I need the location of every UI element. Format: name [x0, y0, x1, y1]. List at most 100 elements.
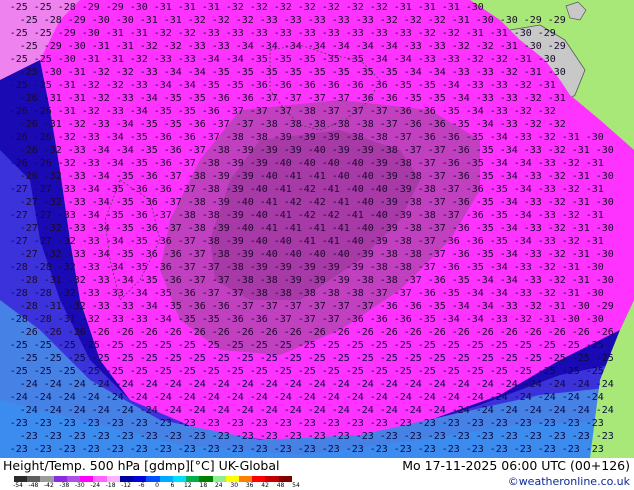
contour-value-label: -23 [154, 418, 172, 429]
contour-value-label: -34 [370, 54, 388, 65]
contour-value-label: -34 [92, 197, 110, 208]
contour-value-label: -23 [20, 431, 38, 442]
contour-value-label: -36 [130, 184, 148, 195]
contour-value-label: -33 [500, 93, 518, 104]
contour-value-label: -25 [58, 366, 76, 377]
contour-value-label: -37 [428, 249, 446, 260]
contour-value-label: -25 [298, 340, 316, 351]
contour-value-label: -24 [356, 379, 374, 390]
contour-value-label: -31 [572, 275, 590, 286]
contour-value-label: -31 [58, 106, 76, 117]
color-scale-label: -38 [59, 482, 70, 489]
contour-value-label: -24 [476, 405, 494, 416]
contour-value-label: -37 [308, 93, 326, 104]
contour-value-label: -24 [92, 405, 110, 416]
contour-value-label: -33 [82, 132, 100, 143]
contour-value-label: -32 [514, 314, 532, 325]
contour-value-label: -32 [548, 119, 566, 130]
contour-value-label: -33 [92, 301, 110, 312]
contour-value-label: -35 [346, 54, 364, 65]
contour-value-label: -41 [322, 236, 340, 247]
contour-value-label: -25 [82, 366, 100, 377]
contour-value-label: -33 [68, 145, 86, 156]
contour-value-label: -25 [490, 340, 508, 351]
contour-value-label: -29 [44, 41, 62, 52]
contour-value-label: -23 [596, 431, 614, 442]
contour-value-label: -26 [380, 327, 398, 338]
contour-value-label: -26 [164, 327, 182, 338]
contour-value-label: -32 [58, 288, 76, 299]
contour-value-label: -41 [332, 223, 350, 234]
contour-value-label: -31 [548, 301, 566, 312]
contour-value-label: -37 [260, 301, 278, 312]
contour-value-label: -34 [140, 93, 158, 104]
contour-value-label: -31 [572, 223, 590, 234]
contour-value-label: -36 [466, 236, 484, 247]
contour-value-label: -23 [212, 431, 230, 442]
contour-value-label: -34 [106, 158, 124, 169]
contour-value-label: -35 [226, 80, 244, 91]
contour-value-label: -37 [428, 171, 446, 182]
contour-value-label: -31 [586, 158, 604, 169]
contour-value-label: -34 [490, 262, 508, 273]
contour-value-label: -33 [260, 15, 278, 26]
contour-value-label: -39 [212, 197, 230, 208]
contour-value-label: -36 [322, 80, 340, 91]
contour-value-label: -35 [130, 236, 148, 247]
contour-value-label: -41 [322, 184, 340, 195]
contour-value-label: -38 [188, 197, 206, 208]
contour-value-label: -37 [418, 158, 436, 169]
contour-value-label: -24 [452, 405, 470, 416]
contour-value-label: -35 [260, 67, 278, 78]
contour-value-label: -25 [212, 353, 230, 364]
contour-value-label: -26 [572, 327, 590, 338]
contour-value-label: -36 [346, 80, 364, 91]
contour-value-label: -23 [322, 418, 340, 429]
contour-value-label: -24 [500, 405, 518, 416]
contour-value-label: -25 [68, 353, 86, 364]
contour-value-label: -40 [250, 236, 268, 247]
contour-value-label: -23 [572, 431, 590, 442]
contour-value-label: -33 [500, 119, 518, 130]
contour-value-label: -35 [466, 262, 484, 273]
contour-value-label: -35 [476, 223, 494, 234]
contour-value-label: -34 [140, 301, 158, 312]
contour-value-label: -23 [490, 418, 508, 429]
contour-value-label: -32 [44, 249, 62, 260]
contour-value-label: -38 [370, 132, 388, 143]
contour-value-label: -41 [274, 210, 292, 221]
contour-value-label: -23 [58, 444, 76, 455]
contour-value-label: -39 [226, 210, 244, 221]
contour-value-label: -35 [442, 106, 460, 117]
contour-value-label: -37 [322, 106, 340, 117]
contour-value-label: -34 [202, 54, 220, 65]
contour-value-label: -24 [322, 392, 340, 403]
contour-value-label: -35 [202, 80, 220, 91]
contour-value-label: -25 [274, 340, 292, 351]
contour-value-label: -40 [250, 184, 268, 195]
contour-value-label: -30 [466, 2, 484, 13]
contour-value-label: -39 [394, 210, 412, 221]
contour-value-label: -26 [10, 106, 28, 117]
contour-value-label: -40 [284, 249, 302, 260]
contour-value-label: -30 [500, 15, 518, 26]
contour-value-label: -38 [298, 106, 316, 117]
contour-value-label: -28 [10, 262, 28, 273]
contour-value-label: -34 [116, 119, 134, 130]
contour-value-label: -38 [370, 262, 388, 273]
credit-link[interactable]: ©weatheronline.co.uk [508, 475, 630, 488]
contour-value-label: -25 [20, 67, 38, 78]
contour-value-label: -37 [202, 262, 220, 273]
contour-value-label: -37 [212, 119, 230, 130]
contour-value-label: -37 [226, 106, 244, 117]
contour-value-label: -25 [130, 340, 148, 351]
contour-value-label: -34 [106, 132, 124, 143]
contour-value-label: -34 [476, 275, 494, 286]
contour-value-label: -28 [10, 314, 28, 325]
contour-value-label: -34 [490, 132, 508, 143]
contour-value-label: -33 [490, 106, 508, 117]
contour-value-label: -32 [370, 2, 388, 13]
contour-value-label: -34 [260, 41, 278, 52]
contour-value-label: -32 [404, 15, 422, 26]
contour-value-label: -26 [236, 327, 254, 338]
